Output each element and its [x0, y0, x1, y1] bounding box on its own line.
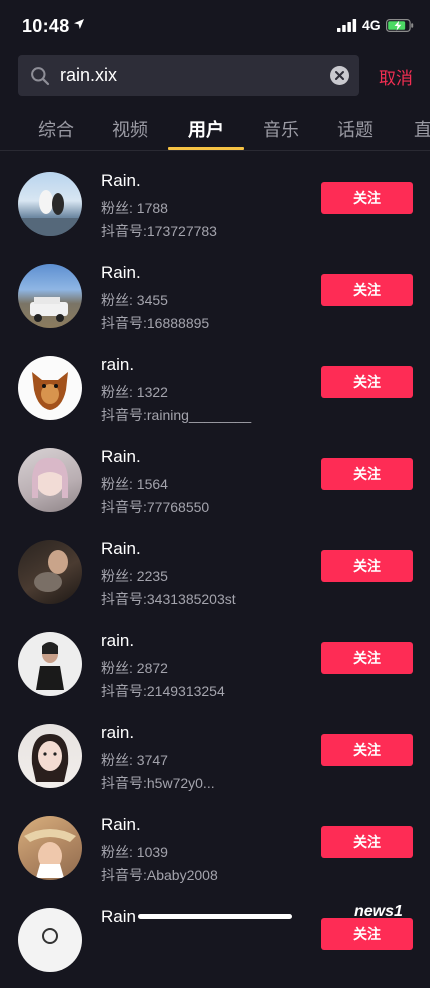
follow-button[interactable]: 关注 — [321, 826, 413, 858]
user-name: Rain — [101, 907, 136, 926]
follower-count: 粉丝: 1039 — [101, 844, 168, 860]
tab-topics[interactable]: 话题 — [337, 116, 373, 142]
user-name: Rain. — [101, 171, 141, 190]
tab-comprehensive[interactable]: 综合 — [38, 116, 74, 142]
cellular-signal-icon — [337, 19, 357, 32]
user-name: Rain. — [101, 539, 141, 558]
clear-search-icon[interactable] — [330, 66, 349, 85]
search-bar[interactable] — [18, 55, 359, 96]
search-row: 取消 — [0, 55, 430, 97]
douyin-id: 抖音号:2149313254 — [101, 683, 225, 699]
follow-button[interactable]: 关注 — [321, 366, 413, 398]
active-tab-indicator — [168, 147, 244, 150]
avatar[interactable] — [18, 172, 82, 236]
tab-users[interactable]: 用户 — [188, 116, 224, 142]
network-type: 4G — [362, 17, 381, 33]
user-name: Rain. — [101, 263, 141, 282]
douyin-id: 抖音号:h5w72y0... — [101, 775, 215, 791]
home-indicator — [138, 914, 292, 919]
follow-button[interactable]: 关注 — [321, 734, 413, 766]
avatar[interactable] — [18, 356, 82, 420]
tab-videos[interactable]: 视频 — [112, 116, 148, 142]
user-row[interactable]: rain. 粉丝: 1322 抖音号:raining________ 关注 — [0, 344, 430, 436]
follow-button[interactable]: 关注 — [321, 274, 413, 306]
follower-count: 粉丝: 1788 — [101, 200, 168, 216]
search-icon — [31, 67, 50, 86]
follower-count: 粉丝: 3455 — [101, 292, 168, 308]
follower-count: 粉丝: 2235 — [101, 568, 168, 584]
status-bar: 10:48 4G — [0, 0, 430, 52]
user-row[interactable]: rain. 粉丝: 3747 抖音号:h5w72y0... 关注 — [0, 712, 430, 804]
douyin-id: 抖音号:Ababy2008 — [101, 867, 218, 883]
user-row[interactable]: rain. 粉丝: 2872 抖音号:2149313254 关注 — [0, 620, 430, 712]
follow-button[interactable]: 关注 — [321, 550, 413, 582]
user-row[interactable]: Rain. 粉丝: 3455 抖音号:16888895 关注 — [0, 252, 430, 344]
user-name: rain. — [101, 631, 135, 650]
follow-button[interactable]: 关注 — [321, 182, 413, 214]
follow-button[interactable]: 关注 — [321, 458, 413, 490]
follower-count: 粉丝: 3747 — [101, 752, 168, 768]
avatar[interactable] — [18, 816, 82, 880]
search-result-tabs: 综合 视频 用户 音乐 话题 直 — [0, 110, 430, 151]
location-arrow-icon — [74, 19, 84, 29]
user-row[interactable]: Rain. 粉丝: 1788 抖音号:173727783 关注 — [0, 160, 430, 252]
avatar[interactable] — [18, 264, 82, 328]
status-time: 10:48 — [22, 16, 70, 36]
douyin-id: 抖音号:raining________ — [101, 407, 252, 423]
follower-count: 粉丝: 1322 — [101, 384, 168, 400]
cancel-button[interactable]: 取消 — [379, 64, 413, 89]
douyin-id: 抖音号:77768550 — [101, 499, 210, 515]
battery-charging-icon — [386, 19, 414, 32]
user-name: rain. — [101, 355, 135, 374]
avatar[interactable] — [18, 632, 82, 696]
follow-button[interactable]: 关注 — [321, 642, 413, 674]
user-row[interactable]: Rain. 粉丝: 1564 抖音号:77768550 关注 — [0, 436, 430, 528]
watermark: news1 — [354, 903, 403, 920]
douyin-id: 抖音号:3431385203st — [101, 591, 236, 607]
douyin-id: 抖音号:16888895 — [101, 315, 210, 331]
user-name: Rain. — [101, 447, 141, 466]
follower-count: 粉丝: 2872 — [101, 660, 168, 676]
douyin-id: 抖音号:173727783 — [101, 223, 217, 239]
follow-button[interactable]: 关注 — [321, 918, 413, 950]
tab-live[interactable]: 直 — [414, 116, 430, 142]
user-name: Rain. — [101, 815, 141, 834]
tab-music[interactable]: 音乐 — [263, 116, 299, 142]
avatar[interactable] — [18, 540, 82, 604]
user-row[interactable]: Rain. 粉丝: 2235 抖音号:3431385203st 关注 — [0, 528, 430, 620]
user-name: rain. — [101, 723, 135, 742]
avatar[interactable] — [18, 448, 82, 512]
search-input[interactable] — [60, 62, 330, 88]
follower-count: 粉丝: 1564 — [101, 476, 168, 492]
avatar[interactable] — [18, 724, 82, 788]
user-row[interactable]: Rain. 粉丝: 1039 抖音号:Ababy2008 关注 — [0, 804, 430, 896]
avatar[interactable] — [18, 908, 82, 972]
